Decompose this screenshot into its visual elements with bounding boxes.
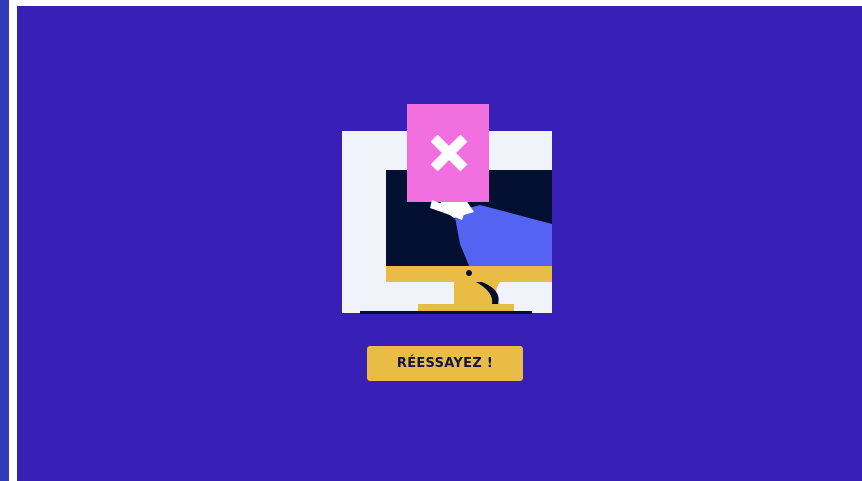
monitor-error-illustration — [342, 104, 553, 315]
error-page: RÉESSAYEZ ! — [17, 6, 862, 481]
left-edge-strip — [0, 0, 9, 481]
left-edge-gap — [9, 0, 17, 481]
retry-button[interactable]: RÉESSAYEZ ! — [367, 346, 523, 381]
monitor-error-icon — [342, 104, 552, 314]
